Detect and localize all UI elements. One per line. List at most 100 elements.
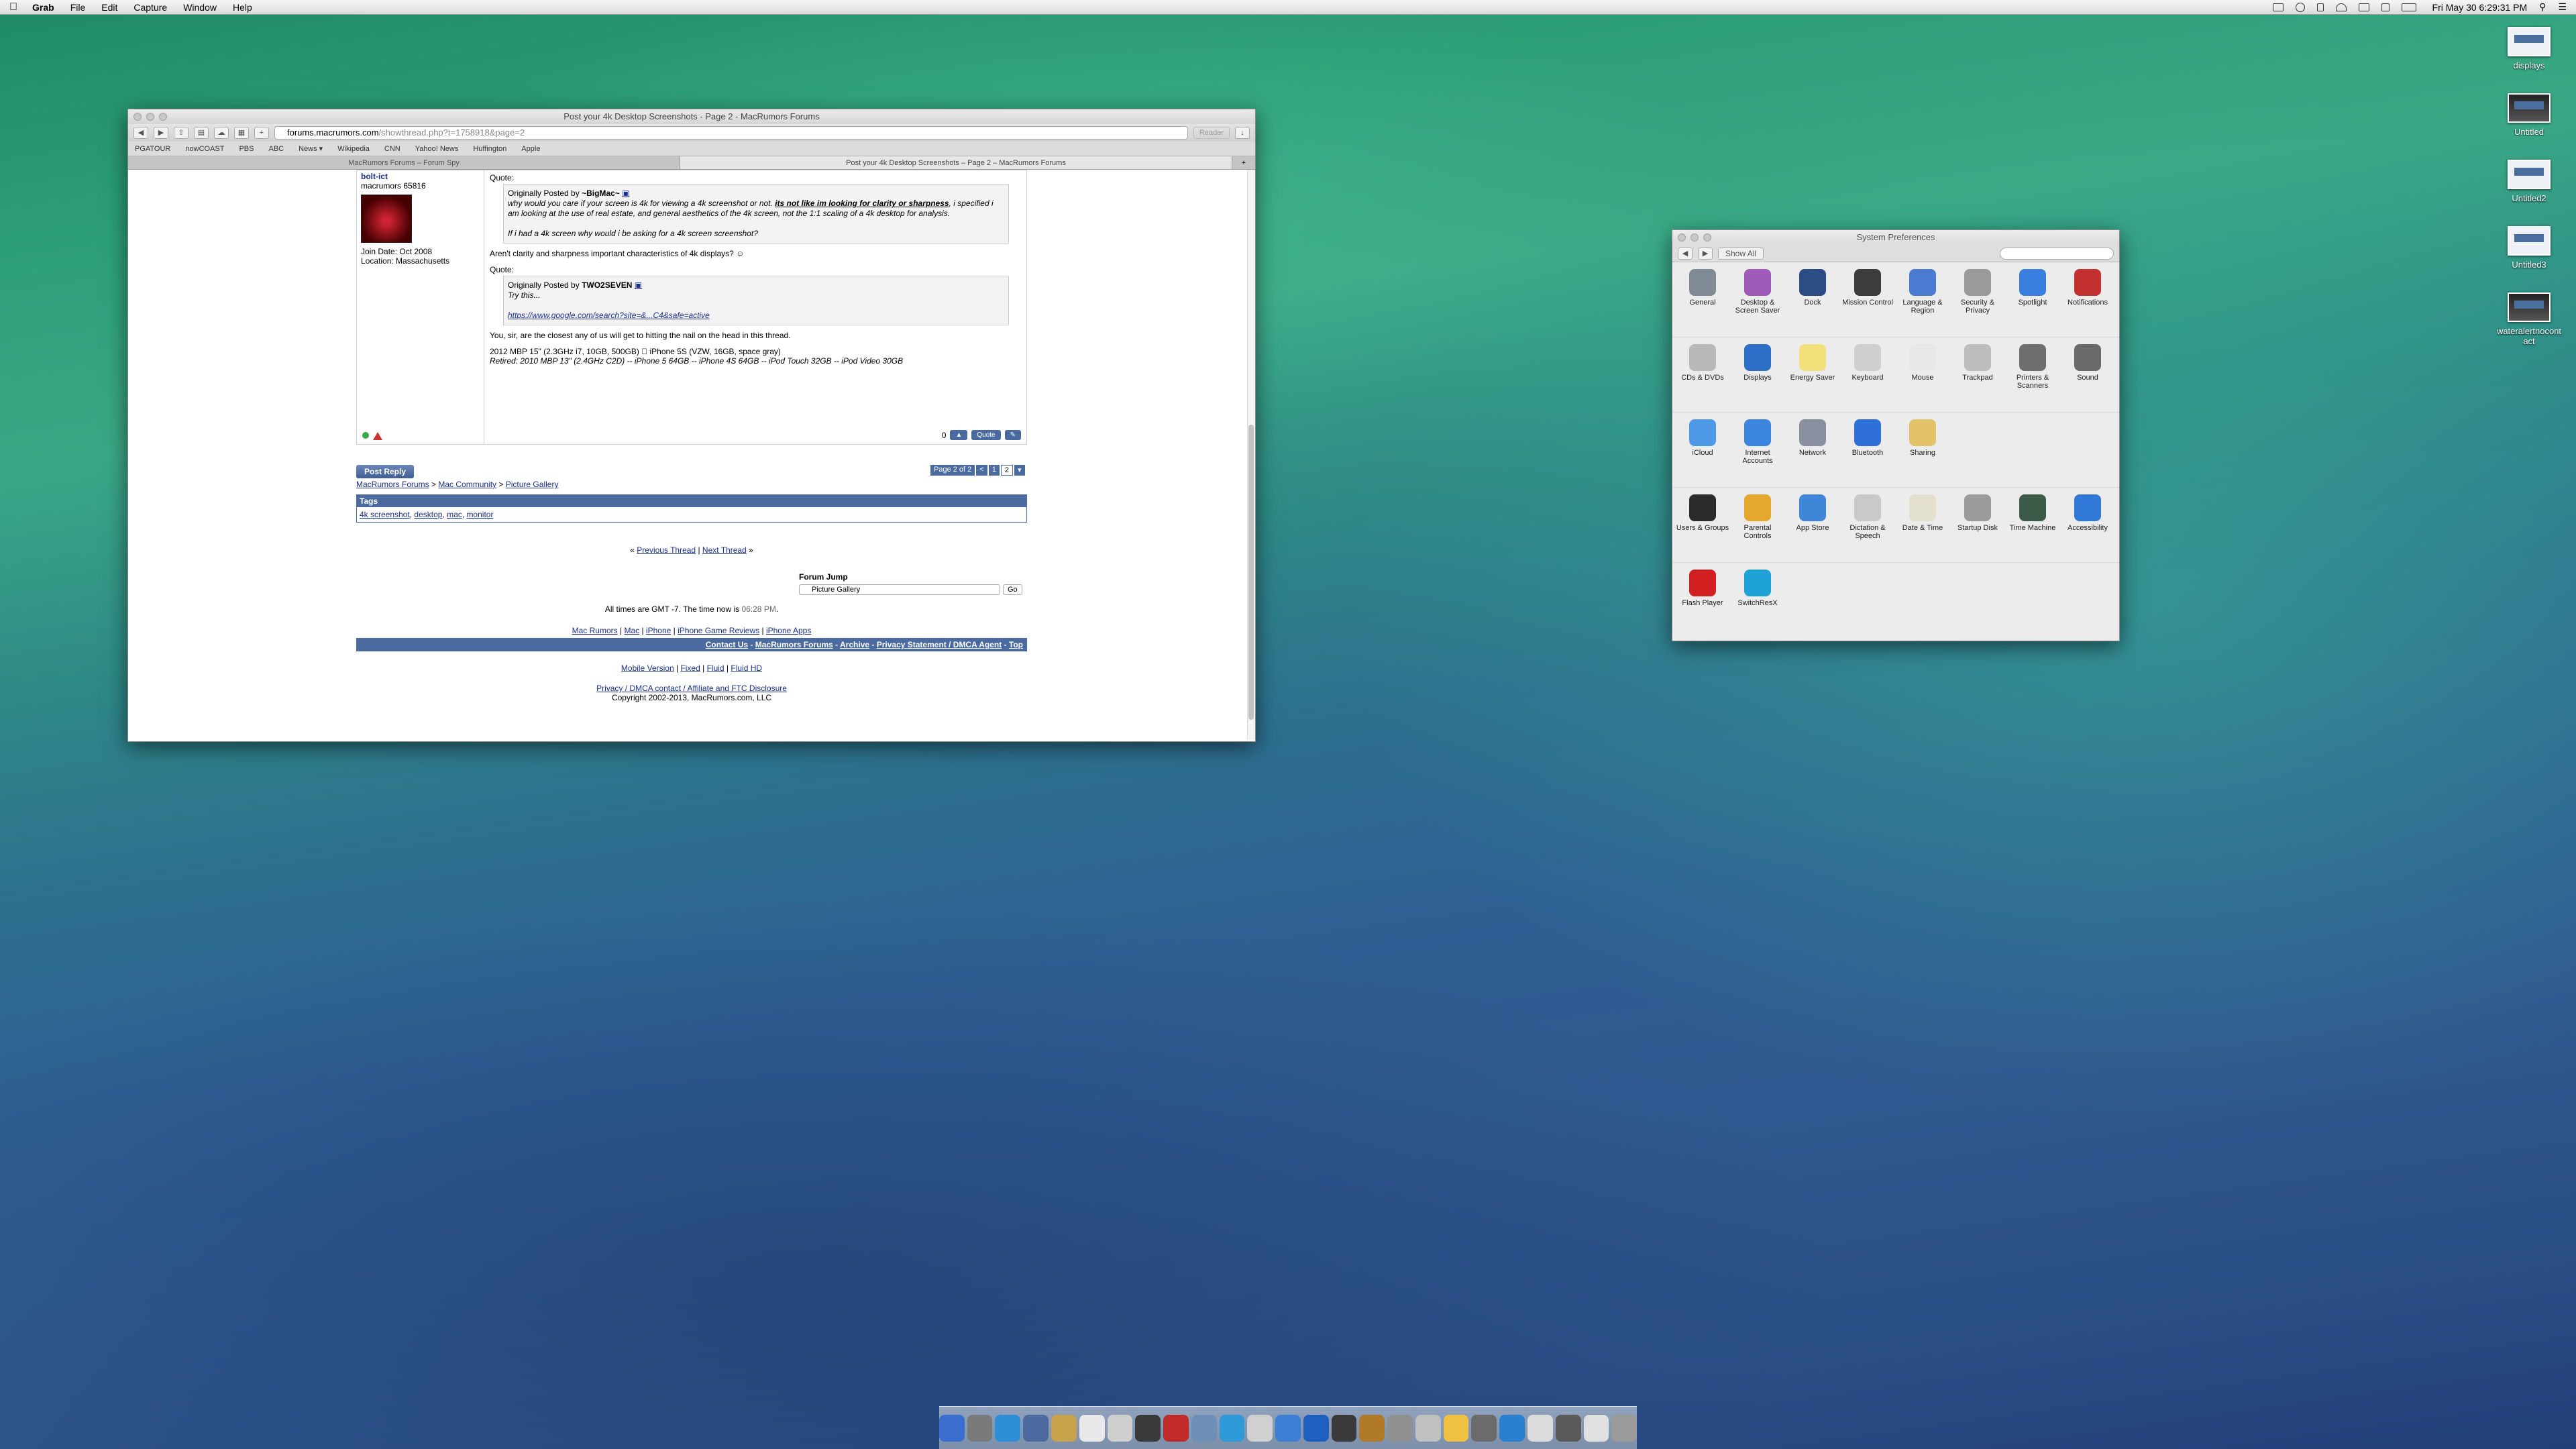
zoom-button[interactable]	[1703, 233, 1711, 241]
forward-button[interactable]: ▶	[154, 127, 168, 139]
menu-file[interactable]: File	[70, 2, 86, 13]
forum-jump-select[interactable]: Picture Gallery	[799, 584, 1000, 595]
pref-timemachine[interactable]: Time Machine	[2005, 494, 2060, 562]
pref-mission-control[interactable]: Mission Control	[1840, 269, 1895, 337]
tab-4k-screenshots[interactable]: Post your 4k Desktop Screenshots – Page …	[680, 156, 1232, 169]
multiquote-icon[interactable]: ✎	[1004, 430, 1021, 440]
minimize-button[interactable]	[146, 113, 154, 121]
pref-general[interactable]: General	[1675, 269, 1730, 337]
downloads-button[interactable]: ↓	[1235, 127, 1250, 139]
desktop-file-untitled3[interactable]: Untitled3	[2496, 226, 2563, 270]
author-username[interactable]: bolt-ict	[361, 172, 480, 181]
window-titlebar[interactable]: Post your 4k Desktop Screenshots - Page …	[128, 109, 1255, 124]
tag-link[interactable]: desktop	[414, 510, 442, 519]
footer-link[interactable]: iPhone Apps	[766, 626, 811, 635]
go-button[interactable]: Go	[1003, 584, 1022, 595]
dock-app-icon[interactable]	[1023, 1414, 1049, 1442]
bookmark-item[interactable]: News ▾	[299, 144, 323, 153]
dock-app-icon[interactable]	[1415, 1414, 1441, 1442]
tag-link[interactable]: mac	[447, 510, 462, 519]
tag-link[interactable]: 4k screenshot	[360, 510, 410, 519]
view-post-icon[interactable]: ▣	[622, 189, 629, 198]
layout-link[interactable]: Fixed	[680, 663, 700, 673]
tag-link[interactable]: monitor	[466, 510, 493, 519]
pref-folder[interactable]: Sharing	[1895, 419, 1950, 487]
bookmark-item[interactable]: CNN	[384, 145, 400, 153]
cloud-tabs-button[interactable]: ☁	[214, 127, 229, 139]
footer-link[interactable]: Mac	[624, 626, 639, 635]
dock-app-icon[interactable]	[995, 1414, 1021, 1442]
pref-keyboard[interactable]: Keyboard	[1840, 344, 1895, 412]
time-machine-menu-icon[interactable]	[2295, 2, 2305, 12]
footer-link[interactable]: iPhone Game Reviews	[678, 626, 759, 635]
bookmark-item[interactable]: PBS	[239, 145, 254, 153]
dock-app-icon[interactable]	[1079, 1414, 1105, 1442]
pref-dock[interactable]: Dock	[1785, 269, 1840, 337]
quote-link[interactable]: https://www.google.com/search?site=&...C…	[508, 311, 1004, 321]
dock-app-icon[interactable]	[1275, 1414, 1301, 1442]
dock-app-icon[interactable]	[1359, 1414, 1385, 1442]
pref-bulb[interactable]: Energy Saver	[1785, 344, 1840, 412]
dock-app-icon[interactable]	[938, 1414, 965, 1442]
breadcrumb-picture-gallery[interactable]: Picture Gallery	[506, 480, 559, 489]
minimize-button[interactable]	[1690, 233, 1699, 241]
author-avatar[interactable]	[361, 195, 412, 243]
page-menu-chevron-icon[interactable]: ▾	[1014, 465, 1025, 476]
scrollbar[interactable]	[1247, 170, 1255, 740]
desktop-file-untitled2[interactable]: Untitled2	[2496, 160, 2563, 203]
bookmark-item[interactable]: Yahoo! News	[415, 145, 459, 153]
desktop-file-displays[interactable]: displays	[2496, 27, 2563, 70]
layout-link[interactable]: Fluid	[707, 663, 724, 673]
menu-help[interactable]: Help	[233, 2, 252, 13]
bookmark-item[interactable]: Wikipedia	[337, 145, 370, 153]
dock-app-icon[interactable]	[1303, 1414, 1329, 1442]
breadcrumb-mac-community[interactable]: Mac Community	[438, 480, 496, 489]
add-bookmark-button[interactable]: +	[254, 127, 269, 139]
dock-app-icon[interactable]	[1527, 1414, 1553, 1442]
dock-app-icon[interactable]	[1443, 1414, 1469, 1442]
show-all-button[interactable]: Show All	[1718, 247, 1764, 260]
bluetooth-menu-icon[interactable]	[2316, 3, 2324, 11]
pref-trackpad[interactable]: Trackpad	[1950, 344, 2005, 412]
breadcrumb-forums[interactable]: MacRumors Forums	[356, 480, 429, 489]
pref-flag[interactable]: Language & Region	[1895, 269, 1950, 337]
pref-clock[interactable]: Date & Time	[1895, 494, 1950, 562]
contact-us-link[interactable]: Contact Us	[706, 640, 748, 649]
quote-author[interactable]: ~BigMac~	[582, 189, 620, 198]
report-post-icon[interactable]	[373, 432, 382, 440]
scrollbar-thumb[interactable]	[1248, 425, 1254, 720]
desktop-file-wateralert[interactable]: wateralertnocontact	[2496, 292, 2563, 346]
post-reply-button[interactable]: Post Reply	[356, 465, 415, 478]
window-titlebar[interactable]: System Preferences	[1672, 230, 2119, 245]
battery-icon[interactable]	[2401, 3, 2416, 11]
share-button[interactable]: ⇧	[174, 127, 189, 139]
zoom-button[interactable]	[159, 113, 167, 121]
wifi-icon[interactable]	[2335, 3, 2347, 11]
pref-mouse[interactable]: Mouse	[1895, 344, 1950, 412]
menu-clock[interactable]: Fri May 30 6:29:31 PM	[2432, 2, 2528, 13]
volume-icon[interactable]	[2381, 3, 2390, 11]
thumbs-up-icon[interactable]: ▲	[950, 430, 968, 440]
dock-app-icon[interactable]	[1135, 1414, 1161, 1442]
pref-globe[interactable]: Network	[1785, 419, 1840, 487]
dock-app-icon[interactable]	[1163, 1414, 1189, 1442]
privacy-link[interactable]: Privacy Statement / DMCA Agent	[877, 640, 1002, 649]
previous-thread-link[interactable]: Previous Thread	[637, 545, 696, 555]
dock-app-icon[interactable]	[1331, 1414, 1357, 1442]
archive-link[interactable]: Archive	[840, 640, 869, 649]
forward-button[interactable]: ▶	[1698, 247, 1713, 260]
dock-app-icon[interactable]	[967, 1414, 993, 1442]
pref-disk[interactable]: Startup Disk	[1950, 494, 2005, 562]
view-post-icon[interactable]: ▣	[635, 280, 642, 290]
dock-app-icon[interactable]	[1583, 1414, 1609, 1442]
airplay-icon[interactable]	[2272, 3, 2284, 11]
pref-users[interactable]: Users & Groups	[1675, 494, 1730, 562]
pref-cd[interactable]: CDs & DVDs	[1675, 344, 1730, 412]
pref-appstore[interactable]: App Store	[1785, 494, 1840, 562]
dock-app-icon[interactable]	[1555, 1414, 1581, 1442]
tab-forum-spy[interactable]: MacRumors Forums – Forum Spy	[128, 156, 680, 169]
dock-app-icon[interactable]	[1051, 1414, 1077, 1442]
privacy-disclosure[interactable]: Privacy / DMCA contact / Affiliate and F…	[596, 684, 787, 693]
desktop-file-untitled[interactable]: Untitled	[2496, 93, 2563, 137]
next-thread-link[interactable]: Next Thread	[702, 545, 747, 555]
